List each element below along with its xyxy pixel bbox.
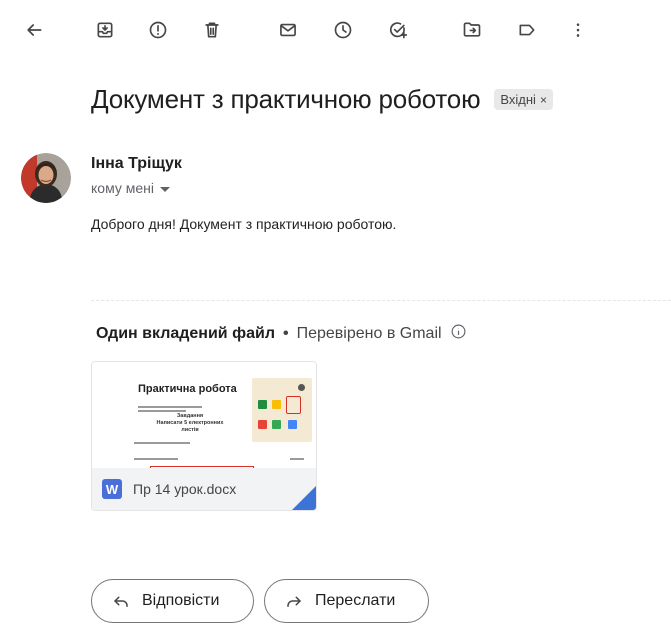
inbox-label-chip[interactable]: Вхідні × [494,89,553,110]
reply-icon [114,596,128,607]
clock-icon [334,21,352,39]
preview-app-tile [272,420,281,429]
more-vert-icon [576,23,580,37]
recipient-details-toggle[interactable]: кому мені [91,180,170,196]
preview-app-tile [258,400,267,409]
email-body: Доброго дня! Документ з практичною робот… [91,216,397,232]
mail-icon [280,23,296,37]
preview-title: Практична робота [138,383,237,395]
label-icon [519,24,535,36]
verified-text: Перевірено в Gmail [296,325,442,342]
report-spam-button[interactable] [138,10,178,50]
preview-app-tile [288,420,297,429]
mark-unread-button[interactable] [268,10,308,50]
recipient-text: кому мені [91,180,154,196]
sender-avatar[interactable] [21,153,71,203]
reply-button-label: Відповісти [142,592,220,609]
file-corner-fold [292,486,316,510]
preview-app-tile [258,420,267,429]
word-document-icon: W [102,479,122,499]
snooze-button[interactable] [323,10,363,50]
delete-button[interactable] [192,10,232,50]
move-to-button[interactable] [452,10,492,50]
attachments-count: Один вкладений файл [96,325,275,342]
archive-icon [97,22,113,38]
reply-button[interactable]: Відповісти [91,579,254,623]
preview-app-tile [272,400,281,409]
report-spam-icon [149,21,167,39]
archive-button[interactable] [85,10,125,50]
trash-icon [205,22,219,38]
labels-button[interactable] [507,10,547,50]
preview-text-line [138,406,202,408]
info-icon[interactable] [450,323,467,345]
preview-avatar [298,384,305,391]
preview-text-line [290,458,304,460]
sender-name: Інна Тріщук [91,155,182,172]
toolbar [0,10,671,50]
preview-task: Завдання Написати 5 електронних листів [156,413,224,433]
label-chip-text: Вхідні [500,92,536,107]
forward-icon [287,596,301,607]
remove-label-icon[interactable]: × [540,93,547,107]
add-task-button[interactable] [378,10,418,50]
move-to-folder-icon [463,22,481,37]
email-subject: Документ з практичною роботою [91,84,481,114]
attachments-divider [91,300,671,301]
more-button[interactable] [558,10,598,50]
chevron-down-icon [160,186,170,192]
forward-button[interactable]: Переслати [264,579,429,623]
attachment-file-name: Пр 14 урок.docx [133,481,237,497]
back-button[interactable] [14,10,54,50]
attachment-card[interactable]: Практична робота Завдання Написати 5 еле… [91,361,317,511]
subject-row: Документ з практичною роботою Вхідні × [91,84,553,115]
back-arrow-icon [27,24,42,36]
preview-gmail-highlight [286,396,301,414]
preview-app-grid [252,378,312,442]
separator-dot: • [282,325,289,342]
preview-text-line [138,410,186,412]
forward-button-label: Переслати [315,592,396,609]
preview-text-line [134,442,190,444]
add-task-icon [389,22,408,39]
attachment-file-bar[interactable]: W Пр 14 урок.docx [92,468,316,510]
attachments-header: Один вкладений файл • Перевірено в Gmail [96,323,467,345]
preview-text-line [134,458,178,460]
